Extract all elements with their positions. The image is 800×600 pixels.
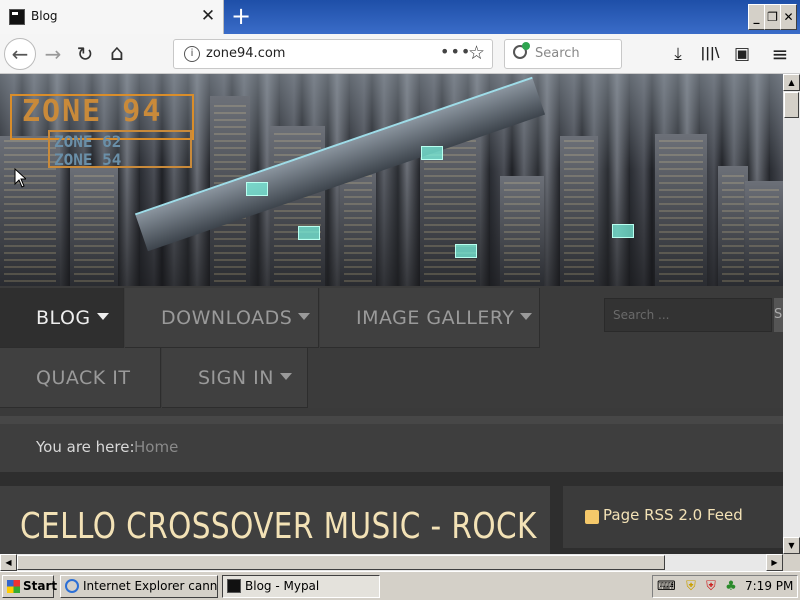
rss-icon <box>585 510 599 524</box>
menu-item-label: DOWNLOADS <box>161 307 293 329</box>
site-logo-sub1: ZONE 62 <box>54 132 122 151</box>
downloads-icon[interactable]: ⤓ <box>664 39 692 69</box>
site-main-menu: BLOG DOWNLOADS IMAGE GALLERY QUACK IT SI… <box>0 286 783 408</box>
caret-down-icon <box>298 313 311 320</box>
breadcrumb-home-link[interactable]: Home <box>134 438 178 456</box>
scroll-down-icon[interactable]: ▼ <box>783 537 800 554</box>
menu-icon[interactable]: ≡ <box>766 39 794 69</box>
keyboard-icon[interactable]: ⌨ <box>657 579 676 595</box>
task-label: Blog - Mypal <box>245 579 320 593</box>
rss-feed-link[interactable]: Page RSS 2.0 Feed <box>603 506 743 524</box>
menu-item-label: SIGN IN <box>198 367 274 389</box>
scroll-right-icon[interactable]: ▶ <box>766 554 783 571</box>
breadcrumb: You are here: Home <box>0 416 783 472</box>
task-label: Internet Explorer cannot... <box>83 579 218 593</box>
page-viewport: ZONE 94 ZONE 62 ZONE 54 BLOG DOWNLOADS I… <box>0 74 783 554</box>
browser-search-input[interactable]: Search <box>504 39 622 69</box>
url-bar[interactable]: i zone94.com ••• ☆ <box>173 39 493 69</box>
site-logo-sub2: ZONE 54 <box>54 150 122 169</box>
ie-icon <box>65 579 79 593</box>
vertical-scroll-thumb[interactable] <box>784 92 799 118</box>
site-search-button[interactable]: S <box>774 298 783 332</box>
windows-logo-icon <box>7 580 20 593</box>
menu-item-label: QUACK IT <box>36 367 131 389</box>
antivirus-icon[interactable]: ⛨ <box>703 579 719 595</box>
breadcrumb-label: You are here: <box>36 438 135 456</box>
back-button[interactable]: ← <box>4 38 36 70</box>
menu-item-quack-it[interactable]: QUACK IT <box>0 348 161 408</box>
vertical-scrollbar[interactable]: ▲ ▼ <box>783 74 800 554</box>
horizontal-scrollbar[interactable]: ◀ ▶ <box>0 554 783 571</box>
site-favicon-icon <box>9 9 25 25</box>
rss-module: Page RSS 2.0 Feed <box>563 486 783 548</box>
search-placeholder: Search <box>535 46 580 61</box>
new-tab-button[interactable]: + <box>228 3 254 29</box>
caret-down-icon <box>96 313 109 320</box>
restore-button[interactable]: ❐ <box>764 4 781 30</box>
mouse-cursor-icon <box>14 168 26 188</box>
library-icon[interactable]: |||\ <box>696 39 724 69</box>
reload-button[interactable]: ↻ <box>70 39 100 69</box>
system-tray: ⌨ ⛨ ⛨ ♣ 7:19 PM <box>652 575 798 598</box>
header-banner-image: ZONE 94 ZONE 62 ZONE 54 <box>0 74 783 286</box>
tab-title: Blog <box>31 9 58 23</box>
menu-item-image-gallery[interactable]: IMAGE GALLERY <box>320 288 540 348</box>
search-icon <box>513 42 530 59</box>
menu-item-downloads[interactable]: DOWNLOADS <box>125 288 319 348</box>
site-search-placeholder: Search ... <box>613 308 670 322</box>
start-label: Start <box>23 579 58 593</box>
nav-toolbar: ← → ↻ ⌂ i zone94.com ••• ☆ Search ⤓ |||\… <box>0 34 800 74</box>
site-search-input[interactable]: Search ... <box>604 298 772 332</box>
taskbar-clock[interactable]: 7:19 PM <box>745 579 793 593</box>
scroll-left-icon[interactable]: ◀ <box>0 554 17 571</box>
info-icon[interactable]: i <box>184 46 200 62</box>
security-shield-icon[interactable]: ⛨ <box>683 579 699 595</box>
mypal-icon <box>227 579 241 593</box>
window-close-button[interactable]: ✕ <box>780 4 797 30</box>
forward-button[interactable]: → <box>38 39 68 69</box>
article-title[interactable]: CELLO CROSSOVER MUSIC - ROCK <box>20 506 537 547</box>
article-card: CELLO CROSSOVER MUSIC - ROCK <box>0 486 550 554</box>
url-text[interactable]: zone94.com <box>206 46 285 61</box>
minimize-button[interactable]: _ <box>748 4 765 30</box>
caret-down-icon <box>279 373 292 380</box>
menu-item-blog[interactable]: BLOG <box>0 288 124 348</box>
tab-strip: Blog ✕ + _ ❐ ✕ <box>0 0 800 34</box>
page-actions-icon[interactable]: ••• <box>440 42 471 61</box>
bookmark-star-icon[interactable]: ☆ <box>468 42 485 64</box>
menu-item-sign-in[interactable]: SIGN IN <box>162 348 308 408</box>
caret-down-icon <box>520 313 533 320</box>
site-logo-title[interactable]: ZONE 94 <box>22 94 162 129</box>
taskbar-item-internet-explorer[interactable]: Internet Explorer cannot... <box>60 575 218 598</box>
tab-blog[interactable]: Blog ✕ <box>0 0 224 34</box>
scrollbar-corner <box>783 554 800 571</box>
sidebar-icon[interactable]: ▣ <box>728 39 756 69</box>
taskbar: Start Internet Explorer cannot... Blog -… <box>0 571 800 600</box>
menu-item-label: IMAGE GALLERY <box>356 307 515 329</box>
network-icon[interactable]: ♣ <box>723 579 739 595</box>
horizontal-scroll-thumb[interactable] <box>17 555 665 570</box>
scroll-up-icon[interactable]: ▲ <box>783 74 800 91</box>
start-button[interactable]: Start <box>2 575 58 598</box>
tab-close-icon[interactable]: ✕ <box>198 6 218 26</box>
taskbar-item-mypal[interactable]: Blog - Mypal <box>222 575 380 598</box>
home-button[interactable]: ⌂ <box>102 39 132 69</box>
menu-item-label: BLOG <box>36 307 91 329</box>
